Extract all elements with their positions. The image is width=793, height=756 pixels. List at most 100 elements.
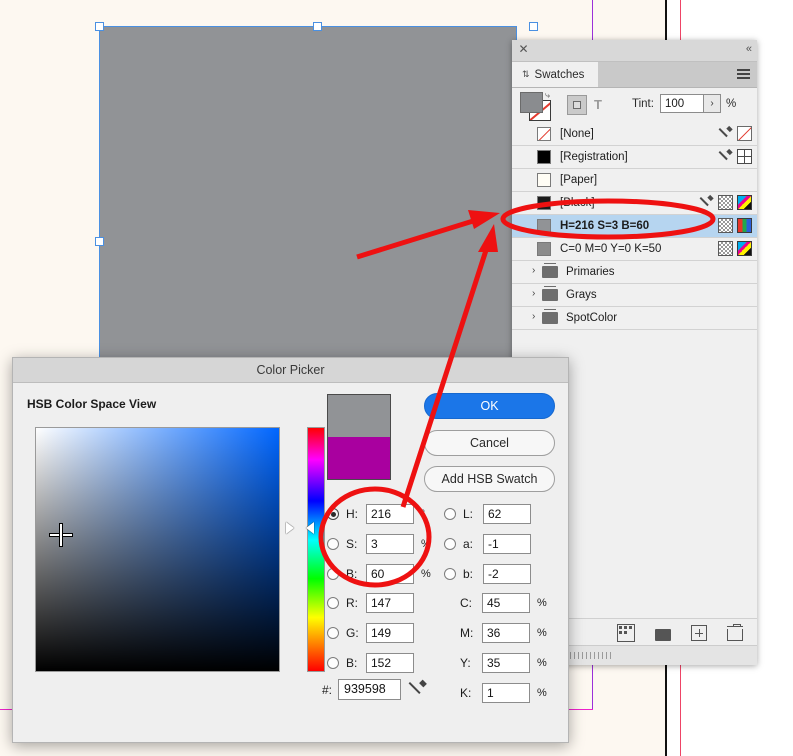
radio-b[interactable] (327, 568, 339, 580)
chevron-right-icon[interactable]: › (532, 265, 535, 276)
radio-b[interactable] (444, 568, 456, 580)
color-field-row-b: b: -2 (444, 564, 531, 584)
swatch-color-chip (537, 196, 551, 210)
hex-input[interactable]: 939598 (338, 679, 402, 700)
color-field-row-b: B: 60% (327, 564, 431, 584)
close-icon[interactable]: ✕ (518, 43, 529, 55)
fill-stroke-control[interactable]: ⤷ (520, 90, 554, 121)
ok-button[interactable]: OK (424, 393, 555, 419)
field-input-l[interactable]: 62 (483, 504, 531, 524)
fill-swatch[interactable] (520, 92, 543, 113)
new-color-group-icon[interactable] (655, 629, 671, 641)
color-field-row-k: K: 1% (460, 683, 547, 703)
eyedropper-icon[interactable] (409, 681, 427, 699)
selection-handle-top-left[interactable] (95, 22, 104, 31)
color-field-row-y: Y: 35% (460, 653, 547, 673)
field-input-s[interactable]: 3 (366, 534, 414, 554)
swatch-group-row[interactable]: › SpotColor (512, 307, 757, 330)
swatch-color-chip (537, 242, 551, 256)
checker-icon (718, 218, 733, 233)
swatch-row[interactable]: [None] (512, 123, 757, 146)
swatch-row[interactable]: [Registration] (512, 146, 757, 169)
hex-field-row[interactable]: #: 939598 (322, 679, 427, 700)
tab-drag-handle-icon: ⇅ (522, 69, 530, 79)
radio-g[interactable] (327, 627, 339, 639)
color-picker-title: Color Picker (13, 358, 568, 383)
selection-handle-top-center[interactable] (313, 22, 322, 31)
swatch-name-label: [Paper] (560, 174, 598, 186)
field-input-b[interactable]: 152 (366, 653, 414, 673)
panel-titlebar: ✕ « (512, 40, 757, 62)
radio-r[interactable] (327, 597, 339, 609)
dropper-icon (718, 149, 733, 164)
color-preview-swatch[interactable] (327, 394, 391, 480)
field-input-k[interactable]: 1 (482, 683, 530, 703)
swatches-toolbar: ⤷ T Tint: 100 › % (512, 88, 757, 125)
field-input-g[interactable]: 149 (366, 623, 414, 643)
rgb-icon (737, 218, 752, 233)
folder-icon (542, 309, 558, 324)
chevron-right-icon[interactable]: › (532, 288, 535, 299)
tint-stepper-icon[interactable]: › (704, 94, 721, 113)
field-input-b[interactable]: -2 (483, 564, 531, 584)
saturation-brightness-field[interactable] (35, 427, 280, 672)
field-label-m: M: (460, 626, 474, 640)
field-label-c: C: (460, 596, 472, 610)
tint-input[interactable]: 100 (660, 94, 704, 113)
add-hsb-swatch-button[interactable]: Add HSB Swatch (424, 466, 555, 492)
swatch-row[interactable]: C=0 M=0 Y=0 K=50 (512, 238, 757, 261)
panel-tab-bar: ⇅ Swatches (512, 62, 757, 88)
hue-slider[interactable] (307, 427, 325, 672)
color-field-cursor[interactable] (50, 524, 72, 546)
selected-rectangle-object[interactable] (99, 26, 517, 369)
cmyk-icon (737, 241, 752, 256)
checker-icon (718, 241, 733, 256)
color-field-row-c: C: 45% (460, 593, 547, 613)
field-input-y[interactable]: 35 (482, 653, 530, 673)
field-label-k: K: (460, 686, 472, 700)
color-field-row-m: M: 36% (460, 623, 547, 643)
collapse-panel-icon[interactable]: « (746, 43, 752, 55)
field-input-m[interactable]: 36 (482, 623, 530, 643)
selection-handle-top-right[interactable] (529, 22, 538, 31)
delete-swatch-icon[interactable] (727, 623, 743, 641)
swatch-row[interactable]: H=216 S=3 B=60 (512, 215, 757, 238)
radio-a[interactable] (444, 538, 456, 550)
panel-menu-icon[interactable] (737, 69, 750, 80)
field-label-s: S: (346, 537, 358, 551)
field-input-c[interactable]: 45 (482, 593, 530, 613)
swatch-group-row[interactable]: › Grays (512, 284, 757, 307)
field-unit-y: % (537, 657, 547, 669)
radio-s[interactable] (327, 538, 339, 550)
preview-previous-color[interactable] (328, 437, 390, 479)
field-input-h[interactable]: 216 (366, 504, 414, 524)
color-field-row-r: R: 147 (327, 593, 414, 613)
tab-swatches[interactable]: ⇅ Swatches (512, 62, 599, 87)
swatch-color-chip (537, 150, 551, 164)
radio-h[interactable] (327, 508, 339, 520)
format-affects-text-icon[interactable]: T (594, 97, 602, 112)
selection-handle-middle-left[interactable] (95, 237, 104, 246)
chevron-right-icon[interactable]: › (532, 311, 535, 322)
field-input-r[interactable]: 147 (366, 593, 414, 613)
field-unit-m: % (537, 627, 547, 639)
radio-b[interactable] (327, 657, 339, 669)
format-affects-container-icon[interactable] (567, 95, 587, 115)
field-input-b[interactable]: 60 (366, 564, 414, 584)
show-swatch-kinds-icon[interactable] (617, 624, 635, 642)
hex-label: #: (322, 682, 333, 697)
new-swatch-icon[interactable] (691, 625, 707, 641)
color-field-row-a: a: -1 (444, 534, 531, 554)
swatch-row[interactable]: [Black] (512, 192, 757, 215)
radio-l[interactable] (444, 508, 456, 520)
swatch-row[interactable]: [Paper] (512, 169, 757, 192)
checker-icon (718, 195, 733, 210)
field-unit-s: % (421, 538, 431, 550)
field-unit-b: % (421, 568, 431, 580)
field-label-r: R: (346, 596, 358, 610)
swatch-group-row[interactable]: › Primaries (512, 261, 757, 284)
field-input-a[interactable]: -1 (483, 534, 531, 554)
folder-icon (542, 286, 558, 301)
cancel-button[interactable]: Cancel (424, 430, 555, 456)
swatch-row-icons (718, 149, 752, 164)
